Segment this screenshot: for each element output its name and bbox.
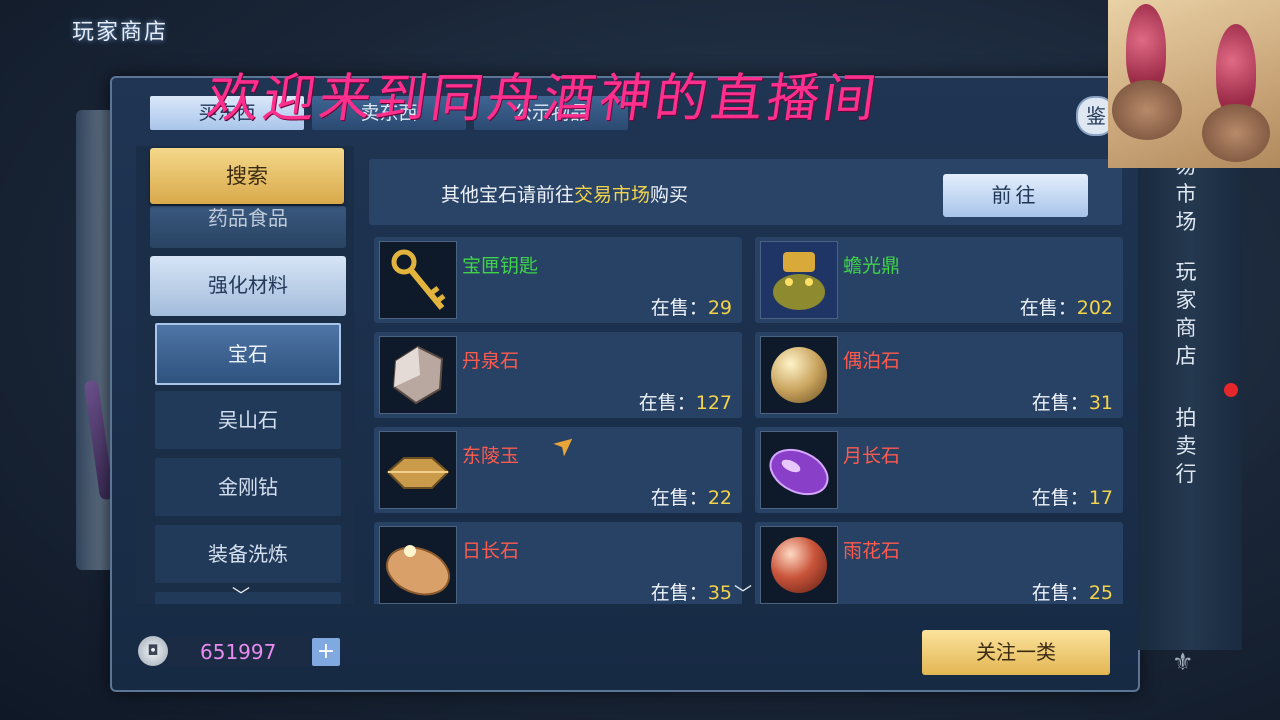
goto-button[interactable]: 前往 <box>943 174 1088 217</box>
item-card[interactable]: 丹泉石 在售：127 <box>374 332 742 418</box>
item-card[interactable]: 月长石 在售：17 <box>755 427 1123 513</box>
on-sale-count: 202 <box>1076 297 1113 319</box>
item-card[interactable]: 雨花石 在售：25 <box>755 522 1123 604</box>
danquan-stone-icon <box>379 336 457 414</box>
trade-market-link[interactable]: 交易市场 <box>574 184 650 206</box>
category-enhance-material[interactable]: 强化材料 <box>150 256 346 316</box>
item-name: 日长石 <box>462 540 520 562</box>
item-name: 雨花石 <box>843 540 901 562</box>
ornament-icon: ⚜ <box>1172 648 1194 676</box>
item-on-sale: 在售：29 <box>651 293 732 320</box>
add-currency-button[interactable]: + <box>312 638 340 666</box>
chevron-down-icon[interactable]: ﹀ <box>232 582 250 608</box>
side-nav-player-shop[interactable]: 玩家商店 <box>1172 258 1200 370</box>
follow-category-button[interactable]: 关注一类 <box>922 630 1110 675</box>
item-name: 东陵玉 <box>462 445 520 467</box>
on-sale-count: 22 <box>707 487 732 509</box>
item-on-sale: 在售：17 <box>1032 483 1113 510</box>
notice-text: 其他宝石请前往交易市场购买 <box>441 180 688 207</box>
on-sale-count: 25 <box>1088 582 1113 604</box>
side-nav-auction-house[interactable]: 拍卖行 <box>1172 404 1200 488</box>
on-sale-label: 在售： <box>1031 487 1089 509</box>
toad-cauldron-icon <box>760 241 838 319</box>
key-icon <box>379 241 457 319</box>
search-button[interactable]: 搜索 <box>150 148 344 204</box>
item-name: 丹泉石 <box>462 350 520 372</box>
item-on-sale: 在售：202 <box>1020 293 1113 320</box>
item-on-sale: 在售：35 <box>651 578 732 604</box>
item-name: 蟾光鼎 <box>843 255 901 277</box>
category-medicine-food[interactable]: 药品食品 <box>150 206 346 248</box>
item-name: 偶泊石 <box>843 350 901 372</box>
item-name: 月长石 <box>843 445 901 467</box>
on-sale-count: 35 <box>707 582 732 604</box>
sunstone-icon <box>379 526 457 604</box>
notification-dot <box>1224 383 1238 397</box>
on-sale-count: 127 <box>695 392 732 414</box>
currency-value: 651997 <box>200 640 277 664</box>
on-sale-label: 在售： <box>650 297 708 319</box>
item-grid: 宝匣钥匙 在售：29 蟾光鼎 在售：202 丹泉石 在售：127 偶泊石 在售：… <box>369 232 1124 604</box>
notice-suffix: 购买 <box>650 184 689 206</box>
coin-icon: ◘ <box>138 636 168 666</box>
chevron-down-icon[interactable]: ﹀ <box>734 580 752 606</box>
subcategory-equipment-refine[interactable]: 装备洗炼 <box>155 525 341 583</box>
item-on-sale: 在售：22 <box>651 483 732 510</box>
webcam-overlay <box>1108 0 1280 168</box>
subcategory-wushan-stone[interactable]: 吴山石 <box>155 391 341 449</box>
on-sale-count: 17 <box>1088 487 1113 509</box>
subcategory-gem[interactable]: 宝石 <box>155 323 341 385</box>
item-card[interactable]: 宝匣钥匙 在售：29 <box>374 237 742 323</box>
on-sale-label: 在售： <box>638 392 696 414</box>
item-on-sale: 在售：25 <box>1032 578 1113 604</box>
item-name: 宝匣钥匙 <box>462 255 539 277</box>
item-on-sale: 在售：31 <box>1032 388 1113 415</box>
item-card[interactable]: 日长石 在售：35 <box>374 522 742 604</box>
page-title: 玩家商店 <box>72 20 169 45</box>
on-sale-label: 在售： <box>1031 582 1089 604</box>
stream-welcome-banner: 欢迎来到同舟酒神的直播间 <box>203 69 884 129</box>
on-sale-count: 29 <box>707 297 732 319</box>
notice-prefix: 其他宝石请前往 <box>441 184 575 206</box>
subcategory-diamond[interactable]: 金刚钻 <box>155 458 341 516</box>
on-sale-label: 在售： <box>650 582 708 604</box>
on-sale-count: 31 <box>1088 392 1113 414</box>
dongling-jade-icon <box>379 431 457 509</box>
on-sale-label: 在售： <box>1031 392 1089 414</box>
oubo-stone-icon <box>760 336 838 414</box>
moonstone-icon <box>760 431 838 509</box>
rain-flower-stone-icon <box>760 526 838 604</box>
on-sale-label: 在售： <box>650 487 708 509</box>
item-card[interactable]: 偶泊石 在售：31 <box>755 332 1123 418</box>
item-card[interactable]: 蟾光鼎 在售：202 <box>755 237 1123 323</box>
item-on-sale: 在售：127 <box>639 388 732 415</box>
on-sale-label: 在售： <box>1019 297 1077 319</box>
